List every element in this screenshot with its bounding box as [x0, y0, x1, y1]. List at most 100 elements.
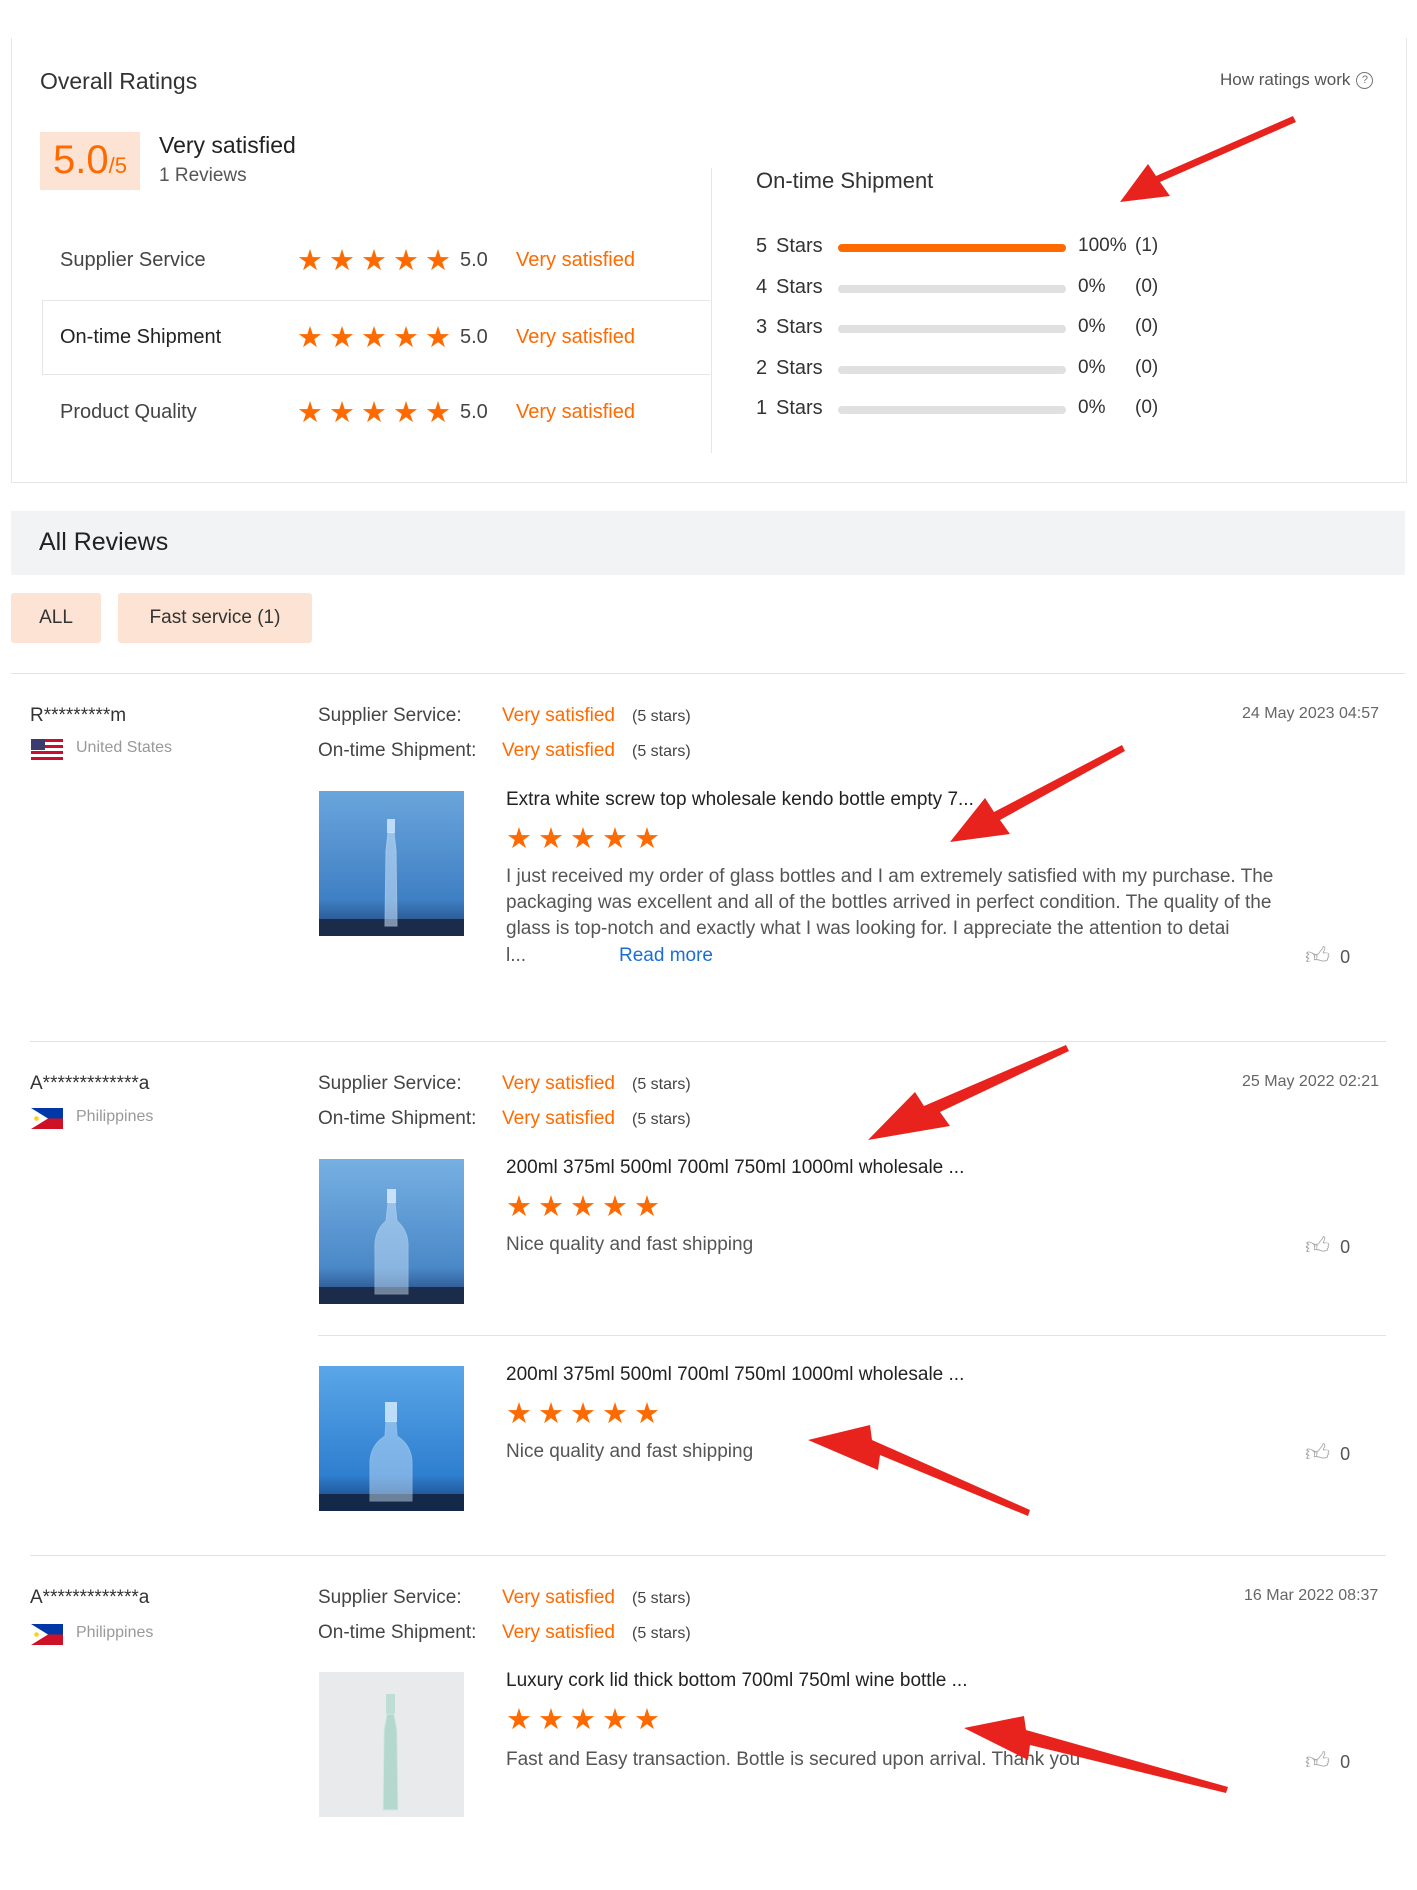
star-icon: ★: [506, 823, 532, 855]
star-icon: ★: [570, 823, 596, 855]
star-icon: ★: [634, 823, 660, 855]
overall-verdict: Very satisfied: [159, 132, 296, 158]
star-icon: ★: [506, 1191, 532, 1223]
reviewer-name: A*************a: [30, 1587, 150, 1608]
category-label: Product Quality: [60, 401, 197, 423]
item-divider: [318, 1335, 1386, 1336]
breakdown-bar: [838, 244, 1066, 252]
breakdown-count: (0): [1135, 275, 1159, 297]
shipment-stars: (5 stars): [632, 1625, 691, 1642]
product-thumbnail[interactable]: [319, 1366, 464, 1511]
supplier-service-stars: (5 stars): [632, 1076, 691, 1093]
star-icon: ★: [297, 245, 323, 277]
supplier-service-label: Supplier Service:: [318, 705, 462, 726]
arrow-icon: [868, 1045, 1069, 1140]
category-verdict: Very satisfied: [516, 401, 635, 423]
review-stars: ★ ★ ★ ★ ★: [506, 1706, 660, 1735]
star-icon: ★: [602, 1704, 628, 1736]
star-icon: ★: [506, 1704, 532, 1736]
category-score: 5.0: [460, 326, 488, 348]
shipment-stars: (5 stars): [632, 1111, 691, 1128]
filter-chip-fast-service[interactable]: Fast service (1): [118, 593, 312, 643]
overall-reviews-count: 1 Reviews: [159, 165, 247, 186]
supplier-service-stars: (5 stars): [632, 1590, 691, 1607]
product-thumbnail[interactable]: [319, 791, 464, 936]
product-title[interactable]: Luxury cork lid thick bottom 700ml 750ml…: [506, 1670, 967, 1692]
category-stars: ★ ★ ★ ★ ★: [297, 399, 451, 428]
product-title[interactable]: 200ml 375ml 500ml 700ml 750ml 1000ml who…: [506, 1157, 964, 1179]
breakdown-bar-fill: [838, 244, 1066, 252]
breakdown-percent: 0%: [1078, 275, 1106, 297]
breakdown-count: (1): [1135, 235, 1159, 256]
review-date: 16 Mar 2022 08:37: [1244, 1587, 1379, 1604]
flag-us-icon: [31, 739, 63, 760]
breakdown-stars-word: Stars: [776, 356, 823, 379]
reviewer-name: R*********m: [30, 705, 127, 726]
category-score: 5.0: [460, 249, 488, 271]
thumbs-up-icon: 👍︎: [1305, 943, 1331, 970]
shipment-label: On-time Shipment:: [318, 1622, 477, 1643]
like-button[interactable]: 👍︎ 0: [1305, 1440, 1350, 1468]
help-icon: ?: [1356, 71, 1374, 89]
flag-ph-icon: [31, 1108, 63, 1129]
review-text-line: I just received my order of glass bottle…: [506, 866, 1274, 887]
vertical-divider: [711, 168, 712, 453]
category-stars: ★ ★ ★ ★ ★: [297, 324, 451, 353]
supplier-service-label: Supplier Service:: [318, 1073, 462, 1094]
read-more-link[interactable]: Read more: [619, 945, 713, 967]
like-button[interactable]: 👍︎ 0: [1305, 1233, 1350, 1261]
arrow-icon: [950, 745, 1125, 842]
star-icon: ★: [538, 1191, 564, 1223]
filter-chip-all[interactable]: ALL: [11, 593, 101, 643]
breakdown-stars-word: Stars: [776, 275, 823, 298]
star-icon: ★: [393, 322, 419, 354]
star-icon: ★: [634, 1704, 660, 1736]
product-title[interactable]: Extra white screw top wholesale kendo bo…: [506, 789, 974, 811]
filter-chip-label: ALL: [39, 607, 73, 628]
category-row-quality: Product Quality ★ ★ ★ ★ ★ 5.0 Very satisfied: [60, 399, 710, 429]
review-text: Fast and Easy transaction. Bottle is sec…: [506, 1749, 1081, 1770]
breakdown-stars-word: Stars: [776, 316, 823, 338]
reviews-top-divider: [11, 673, 1405, 674]
product-thumbnail[interactable]: [319, 1672, 464, 1817]
breakdown-count: (0): [1135, 356, 1159, 378]
shipment-label: On-time Shipment:: [318, 1108, 477, 1129]
breakdown-bar: [838, 365, 1066, 374]
breakdown-star-number: 5: [756, 235, 768, 257]
product-thumbnail[interactable]: [319, 1159, 464, 1304]
star-icon: ★: [425, 397, 451, 429]
category-score: 5.0: [460, 401, 488, 423]
all-reviews-title: All Reviews: [39, 528, 169, 556]
breakdown-star-number: 2: [756, 356, 768, 379]
star-icon: ★: [361, 322, 387, 354]
review-stars: ★ ★ ★ ★ ★: [506, 1193, 660, 1222]
star-icon: ★: [538, 1398, 564, 1430]
arrow-icon: [808, 1425, 1030, 1516]
shipment-stars: (5 stars): [632, 743, 691, 760]
like-button[interactable]: 👍︎ 0: [1305, 943, 1350, 971]
review-text-line: packaging was excellent and all of the b…: [506, 892, 1272, 913]
supplier-service-verdict: Very satisfied: [502, 1073, 615, 1094]
star-icon: ★: [393, 245, 419, 277]
how-ratings-work-link[interactable]: How ratings work ?: [1220, 70, 1374, 90]
star-icon: ★: [297, 322, 323, 354]
star-icon: ★: [297, 397, 323, 429]
supplier-service-label: Supplier Service:: [318, 1587, 462, 1608]
category-verdict: Very satisfied: [516, 326, 635, 348]
review-stars: ★ ★ ★ ★ ★: [506, 825, 660, 854]
category-verdict: Very satisfied: [516, 249, 635, 271]
star-icon: ★: [425, 245, 451, 277]
flag-ph-icon: [31, 1624, 63, 1645]
star-icon: ★: [570, 1398, 596, 1430]
thumbs-up-icon: 👍︎: [1305, 1233, 1331, 1260]
overall-score-suffix: /5: [108, 153, 127, 178]
filter-chip-label: Fast service (1): [149, 607, 281, 628]
breakdown-row: 4 Stars 0% (0): [756, 276, 1176, 304]
product-title[interactable]: 200ml 375ml 500ml 700ml 750ml 1000ml who…: [506, 1364, 964, 1386]
star-icon: ★: [425, 322, 451, 354]
overall-score-badge: 5.0 /5: [40, 132, 140, 190]
star-icon: ★: [570, 1191, 596, 1223]
shipment-verdict: Very satisfied: [502, 1622, 615, 1643]
review-date: 25 May 2022 02:21: [1242, 1073, 1379, 1090]
like-button[interactable]: 👍︎ 0: [1305, 1748, 1350, 1776]
